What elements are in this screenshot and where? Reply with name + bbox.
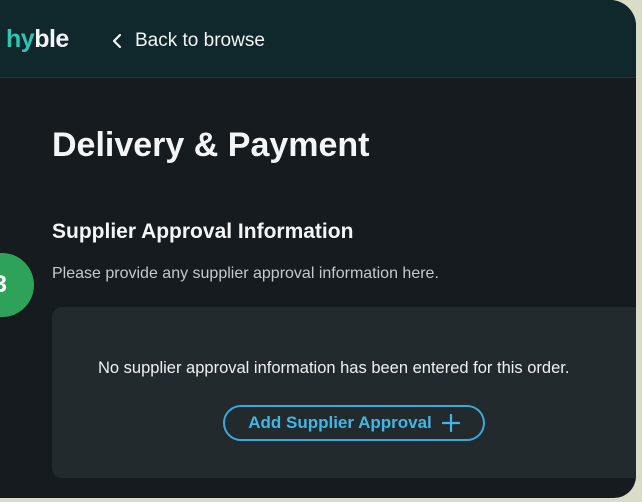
step-badge: 3	[0, 253, 34, 317]
add-supplier-approval-button[interactable]: Add Supplier Approval	[223, 405, 485, 441]
logo-text: ble	[34, 25, 69, 53]
section-description: Please provide any supplier approval inf…	[52, 265, 439, 282]
brand-logo[interactable]: hyble	[6, 24, 69, 54]
empty-state-message: No supplier approval information has bee…	[98, 359, 570, 377]
back-link-label: Back to browse	[135, 30, 265, 51]
add-button-label: Add Supplier Approval	[248, 413, 432, 432]
section-title-supplier-approval: Supplier Approval Information	[52, 220, 354, 243]
page-title: Delivery & Payment	[52, 126, 370, 164]
app-window: hyble Back to browse Delivery & Payment …	[0, 0, 636, 498]
logo-accent-text: hy	[6, 25, 35, 53]
plus-icon	[441, 414, 460, 432]
top-bar: hyble Back to browse	[0, 0, 636, 78]
chevron-left-icon	[112, 33, 122, 49]
supplier-approval-panel: No supplier approval information has bee…	[52, 307, 636, 478]
back-to-browse-link[interactable]: Back to browse	[107, 29, 265, 53]
